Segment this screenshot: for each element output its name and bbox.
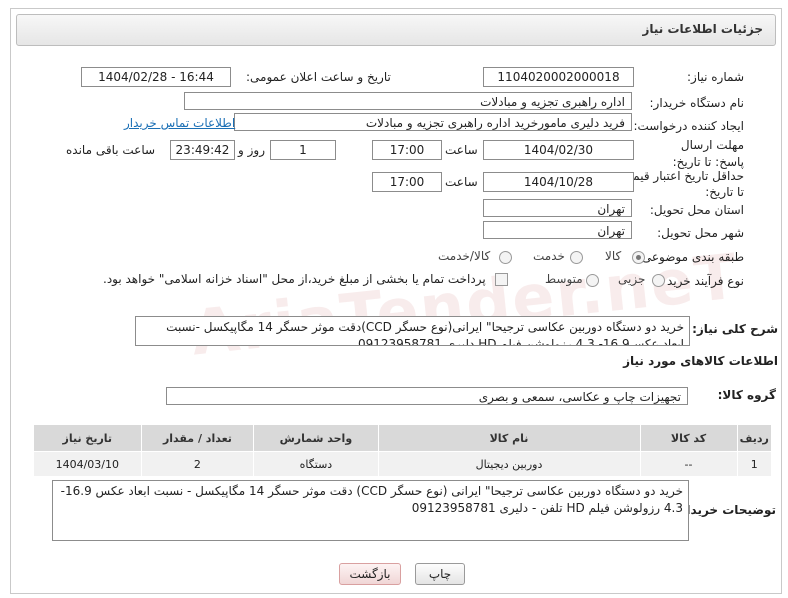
remaining-label: ساعت باقی مانده bbox=[66, 143, 156, 157]
category-both-radio[interactable] bbox=[499, 251, 512, 264]
category-goods-label: کالا bbox=[605, 249, 622, 263]
process-minor-radio[interactable] bbox=[652, 274, 665, 287]
cell-code: -- bbox=[639, 451, 738, 477]
city-field: تهران bbox=[483, 221, 632, 239]
summary-label: شرح کلی نیاز: bbox=[692, 322, 778, 336]
deadline-label: مهلت ارسال پاسخ: تا تاریخ: bbox=[672, 138, 744, 169]
validity-time-field: 17:00 bbox=[372, 172, 442, 192]
buyer-org-label: نام دستگاه خریدار: bbox=[649, 96, 745, 110]
category-service-radio[interactable] bbox=[570, 251, 583, 264]
process-medium-label: متوسط bbox=[545, 272, 583, 286]
days-label: روز و bbox=[238, 143, 265, 157]
payment-note: پرداخت تمام یا بخشی از مبلغ خرید،از محل … bbox=[103, 272, 486, 286]
city-label: شهر محل تحویل: bbox=[657, 226, 744, 240]
col-qty: تعداد / مقدار bbox=[140, 424, 255, 452]
deadline-time-field: 17:00 bbox=[372, 140, 442, 160]
need-number-label: شماره نیاز: bbox=[687, 70, 744, 84]
cell-row: 1 bbox=[736, 451, 773, 477]
col-row: ردیف bbox=[736, 424, 773, 452]
announce-field: 1404/02/28 - 16:44 bbox=[81, 67, 231, 87]
goods-group-field: تجهیزات چاپ و عکاسی، سمعی و بصری bbox=[166, 387, 688, 405]
category-label: طبقه بندی موضوعی: bbox=[637, 250, 744, 264]
validity-date-field: 1404/10/28 bbox=[483, 172, 634, 192]
page-title: جزئیات اطلاعات نیاز bbox=[642, 22, 763, 36]
province-label: استان محل تحویل: bbox=[649, 203, 744, 217]
goods-group-label: گروه کالا: bbox=[717, 388, 776, 402]
category-service-label: خدمت bbox=[533, 249, 565, 263]
print-button[interactable]: چاپ bbox=[415, 563, 465, 585]
process-medium-radio[interactable] bbox=[586, 274, 599, 287]
process-minor-label: جزیی bbox=[618, 272, 646, 286]
validity-time-label: ساعت bbox=[445, 175, 478, 189]
buyer-org-field: اداره راهبری تجزیه و مبادلات bbox=[184, 92, 632, 110]
deadline-time-label: ساعت bbox=[445, 143, 478, 157]
col-date: تاریخ نیاز bbox=[33, 424, 142, 452]
summary-text: خرید دو دستگاه دوربین عکاسی ترجیحا" ایرا… bbox=[135, 316, 690, 346]
need-number-field: 1104020002000018 bbox=[483, 67, 634, 87]
category-both-label: کالا/خدمت bbox=[438, 249, 491, 263]
treasury-checkbox[interactable] bbox=[495, 273, 508, 286]
col-name: نام کالا bbox=[377, 424, 641, 452]
col-code: کد کالا bbox=[639, 424, 738, 452]
deadline-date-field: 1404/02/30 bbox=[483, 140, 634, 160]
buyer-desc-label: توضیحات خریدار: bbox=[674, 503, 776, 517]
back-button[interactable]: بازگشت bbox=[339, 563, 401, 585]
cell-date: 1404/03/10 bbox=[33, 451, 142, 477]
days-field: 1 bbox=[270, 140, 336, 160]
creator-label: ایجاد کننده درخواست: bbox=[633, 119, 744, 133]
cell-unit: دستگاه bbox=[253, 451, 379, 477]
creator-field: فرید دلیری مامورخرید اداره راهبری تجزیه … bbox=[234, 113, 632, 131]
table-header-row: ردیف کد کالا نام کالا واحد شمارش تعداد /… bbox=[33, 424, 773, 452]
goods-table: ردیف کد کالا نام کالا واحد شمارش تعداد /… bbox=[33, 424, 773, 477]
announce-label: تاریخ و ساعت اعلان عمومی: bbox=[246, 70, 391, 84]
province-field: تهران bbox=[483, 199, 632, 217]
process-label: نوع فرآیند خرید : bbox=[659, 274, 744, 288]
category-goods-radio[interactable] bbox=[632, 251, 645, 264]
col-unit: واحد شمارش bbox=[253, 424, 379, 452]
cell-qty: 2 bbox=[140, 451, 255, 477]
goods-section-title: اطلاعات کالاهای مورد نیاز bbox=[623, 354, 778, 368]
cell-name: دوربین دیجیتال bbox=[377, 451, 641, 477]
header-bar: جزئیات اطلاعات نیاز bbox=[16, 14, 776, 46]
table-row[interactable]: 1 -- دوربین دیجیتال دستگاه 2 1404/03/10 bbox=[33, 451, 773, 477]
buyer-contact-link[interactable]: اطلاعات تماس خریدار bbox=[124, 116, 235, 130]
remaining-time-field: 23:49:42 bbox=[170, 140, 235, 160]
buyer-desc-text: خرید دو دستگاه دوربین عکاسی ترجیحا" ایرا… bbox=[52, 480, 689, 541]
